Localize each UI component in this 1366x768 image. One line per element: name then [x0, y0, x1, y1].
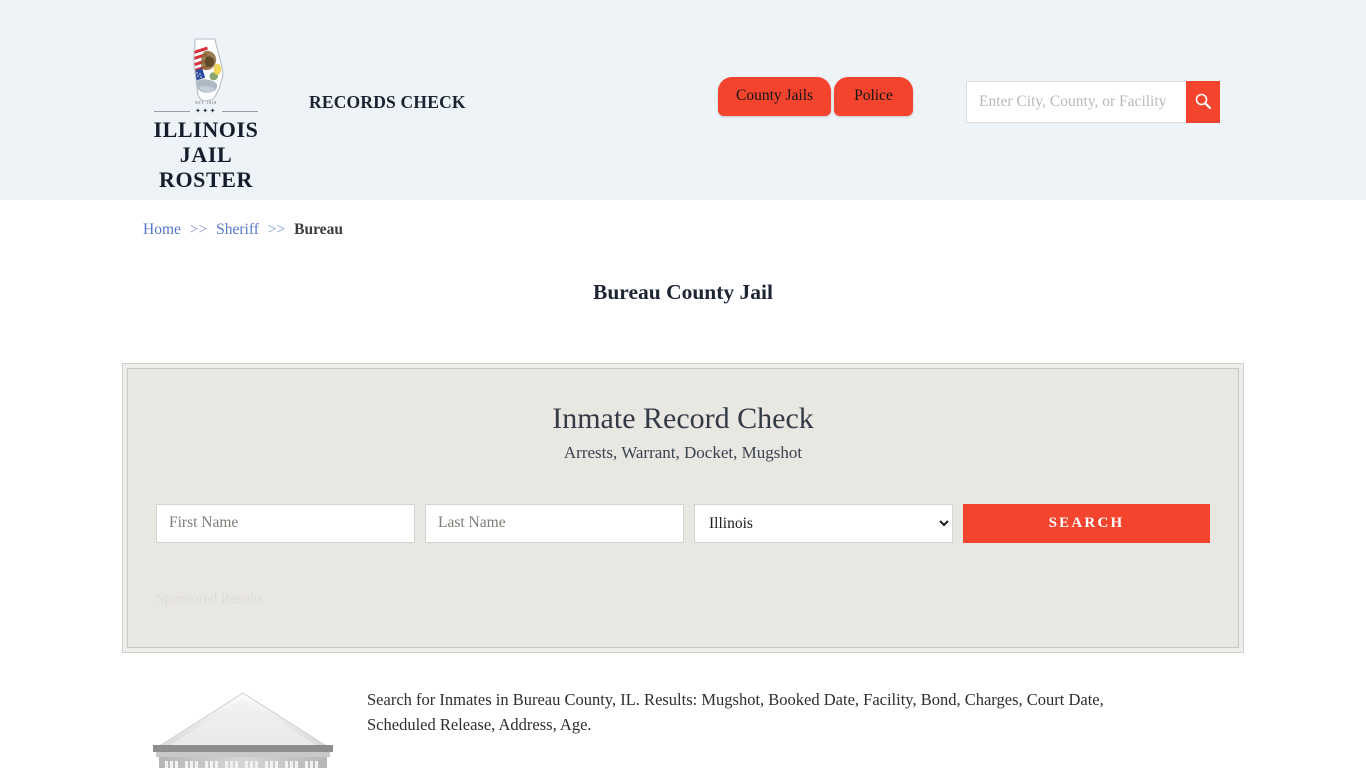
illinois-state-outline-icon [175, 37, 237, 103]
content-section: Search for Inmates in Bureau County, IL.… [118, 680, 1248, 768]
panel-inner: Inmate Record Check Arrests, Warrant, Do… [127, 368, 1239, 648]
last-name-input[interactable] [425, 503, 684, 543]
breadcrumb-item-bureau: Bureau [294, 221, 343, 238]
breadcrumb-item-sheriff[interactable]: Sheriff [216, 221, 259, 238]
search-icon [1194, 92, 1212, 113]
panel-subtitle: Arrests, Warrant, Docket, Mugshot [563, 442, 803, 462]
header-inner: EST. 1818 ✦✦✦ ILLINOIS JAIL ROSTER RECOR… [118, 0, 1248, 200]
breadcrumb-separator: >> [189, 221, 208, 238]
logo-text-line1: ILLINOIS [153, 117, 259, 142]
site-header: EST. 1818 ✦✦✦ ILLINOIS JAIL ROSTER RECOR… [0, 0, 1366, 200]
breadcrumb-item-home[interactable]: Home [143, 221, 181, 238]
header-search [966, 81, 1220, 123]
breadcrumb: Home >> Sheriff >> Bureau [118, 200, 1248, 239]
nav-tab-police[interactable]: Police [834, 77, 913, 116]
courthouse-building-icon [143, 680, 343, 768]
first-name-input[interactable] [156, 503, 415, 543]
header-tagline: RECORDS CHECK [309, 92, 466, 112]
header-search-button[interactable] [1186, 81, 1220, 123]
page-title: Bureau County Jail [593, 280, 773, 304]
content-text: Search for Inmates in Bureau County, IL.… [367, 680, 1248, 768]
inmate-search-form: Illinois SEARCH [156, 503, 1210, 543]
breadcrumb-separator: >> [267, 221, 286, 238]
logo-divider-dots: ✦✦✦ [194, 107, 218, 115]
header-nav: County Jails Police [718, 77, 913, 116]
nav-tab-county-jails[interactable]: County Jails [718, 77, 832, 116]
logo-divider: ✦✦✦ [147, 108, 265, 115]
site-logo[interactable]: EST. 1818 ✦✦✦ ILLINOIS JAIL ROSTER [141, 37, 271, 192]
content-paragraph: Search for Inmates in Bureau County, IL.… [367, 690, 1104, 734]
logo-text-line2: JAIL ROSTER [158, 142, 254, 192]
sponsored-results-label: Sponsored Results [156, 590, 264, 607]
panel-title: Inmate Record Check [552, 402, 814, 435]
inmate-record-check-panel: Inmate Record Check Arrests, Warrant, Do… [122, 363, 1244, 653]
search-submit-button[interactable]: SEARCH [963, 503, 1210, 543]
header-search-input[interactable] [966, 81, 1186, 123]
state-select[interactable]: Illinois [694, 503, 953, 543]
